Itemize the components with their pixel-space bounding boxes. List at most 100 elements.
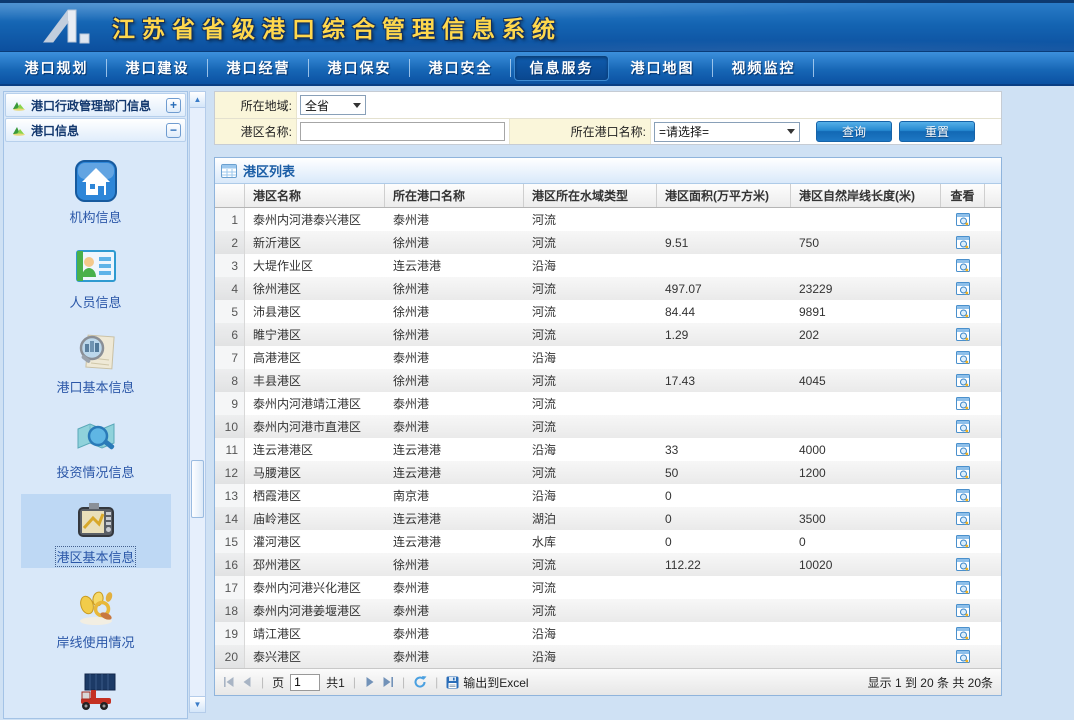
- query-button[interactable]: 查询: [816, 121, 892, 142]
- view-icon[interactable]: [956, 581, 971, 595]
- port-name-cell: 徐州港: [385, 300, 524, 323]
- view-icon[interactable]: [956, 489, 971, 503]
- shoreline-cell: [791, 645, 941, 668]
- region-select[interactable]: 全省: [300, 95, 366, 115]
- port-name-select[interactable]: =请选择=: [654, 122, 800, 142]
- refresh-icon[interactable]: [413, 675, 427, 689]
- view-icon[interactable]: [956, 351, 971, 365]
- table-row: 20 泰兴港区 泰州港 沿海: [215, 645, 1001, 668]
- table-row: 5 沛县港区 徐州港 河流 84.44 9891: [215, 300, 1001, 323]
- export-excel-button[interactable]: 输出到Excel: [446, 674, 528, 691]
- scroll-down-icon[interactable]: ▼: [190, 696, 205, 712]
- first-page-icon[interactable]: [223, 676, 235, 688]
- port-name-cell: 泰州港: [385, 346, 524, 369]
- sidebar-item-1[interactable]: 机构信息: [21, 154, 171, 228]
- view-icon[interactable]: [956, 604, 971, 618]
- sidebar-item-2[interactable]: 人员信息: [21, 239, 171, 313]
- water-type-cell: 沿海: [524, 346, 657, 369]
- view-icon[interactable]: [956, 259, 971, 273]
- sidebar-item-3[interactable]: 港口基本信息: [21, 324, 171, 398]
- nav-tab-7[interactable]: 港口地图: [612, 51, 713, 85]
- scroll-up-icon[interactable]: ▲: [190, 92, 205, 108]
- area-size-cell: 84.44: [657, 300, 791, 323]
- area-name-cell: 马腰港区: [245, 461, 385, 484]
- header-water-type: 港区所在水域类型: [524, 184, 657, 207]
- area-size-cell: 112.22: [657, 553, 791, 576]
- table-row: 1 泰州内河港泰兴港区 泰州港 河流: [215, 208, 1001, 231]
- view-icon[interactable]: [956, 213, 971, 227]
- app-logo-icon: [42, 8, 100, 46]
- nav-tab-6[interactable]: 信息服务: [514, 55, 609, 81]
- area-name-cell: 泰州内河港兴化港区: [245, 576, 385, 599]
- sidebar-item-6[interactable]: 岸线使用情况: [21, 579, 171, 653]
- view-cell: [941, 461, 985, 484]
- view-icon[interactable]: [956, 535, 971, 549]
- view-cell: [941, 599, 985, 622]
- table-row: 19 靖江港区 泰州港 沿海: [215, 622, 1001, 645]
- last-page-icon[interactable]: [382, 676, 394, 688]
- nav-tab-1[interactable]: 港口规划: [6, 51, 107, 85]
- sidebar-group-portinfo[interactable]: 港口信息 −: [5, 118, 186, 142]
- view-cell: [941, 645, 985, 668]
- next-page-icon[interactable]: [364, 676, 376, 688]
- page-number-input[interactable]: [290, 674, 320, 691]
- sidebar-scrollbar[interactable]: ▲ ▼: [189, 91, 206, 713]
- view-icon[interactable]: [956, 558, 971, 572]
- expand-plus-button[interactable]: +: [166, 98, 181, 113]
- prev-page-icon[interactable]: [241, 676, 253, 688]
- view-icon[interactable]: [956, 374, 971, 388]
- sidebar-group-admin[interactable]: 港口行政管理部门信息 +: [5, 93, 186, 117]
- port-name-cell: 泰州港: [385, 576, 524, 599]
- nav-tab-5[interactable]: 港口安全: [410, 51, 511, 85]
- table-title-bar: 港区列表: [215, 158, 1001, 184]
- shoreline-cell: [791, 484, 941, 507]
- shoreline-cell: [791, 622, 941, 645]
- area-name-cell: 灌河港区: [245, 530, 385, 553]
- table-icon: [221, 164, 237, 178]
- reset-button[interactable]: 重置: [899, 121, 975, 142]
- nav-tab-2[interactable]: 港口建设: [107, 51, 208, 85]
- spare-cell: [985, 438, 1001, 461]
- view-icon[interactable]: [956, 420, 971, 434]
- sidebar-item-4[interactable]: 投资情况信息: [21, 409, 171, 483]
- sidebar-item-5[interactable]: 港区基本信息: [21, 494, 171, 568]
- content-layout: 港口行政管理部门信息 + 港口信息 − 机构信息 人员信息 港口基本信息 投资情…: [0, 86, 1074, 720]
- view-icon[interactable]: [956, 397, 971, 411]
- area-name-cell: 大堤作业区: [245, 254, 385, 277]
- main-nav: 港口规划 港口建设 港口经营 港口保安 港口安全 信息服务 港口地图 视频监控: [0, 52, 1074, 86]
- view-icon[interactable]: [956, 328, 971, 342]
- header-number: [215, 184, 245, 207]
- view-icon[interactable]: [956, 466, 971, 480]
- area-name-cell: 泰兴港区: [245, 645, 385, 668]
- investment-magnifier-icon: [73, 413, 119, 459]
- shoreline-cell: 750: [791, 231, 941, 254]
- area-name-input[interactable]: [300, 122, 505, 141]
- view-icon[interactable]: [956, 650, 971, 664]
- row-number-cell: 10: [215, 415, 245, 438]
- collapse-minus-button[interactable]: −: [166, 123, 181, 138]
- water-type-cell: 河流: [524, 392, 657, 415]
- scrollbar-thumb[interactable]: [191, 460, 204, 518]
- water-type-cell: 水库: [524, 530, 657, 553]
- spare-cell: [985, 231, 1001, 254]
- row-number-cell: 7: [215, 346, 245, 369]
- view-icon[interactable]: [956, 282, 971, 296]
- nav-tab-3[interactable]: 港口经营: [208, 51, 309, 85]
- sidebar-item-7[interactable]: 码头信息: [21, 664, 171, 719]
- area-size-cell: [657, 346, 791, 369]
- view-icon[interactable]: [956, 512, 971, 526]
- area-name-cell: 徐州港区: [245, 277, 385, 300]
- area-size-cell: 0: [657, 507, 791, 530]
- shoreline-cell: 4045: [791, 369, 941, 392]
- row-number-cell: 15: [215, 530, 245, 553]
- view-icon[interactable]: [956, 305, 971, 319]
- nav-tab-4[interactable]: 港口保安: [309, 51, 410, 85]
- nav-tab-8[interactable]: 视频监控: [713, 51, 814, 85]
- view-icon[interactable]: [956, 627, 971, 641]
- water-type-cell: 沿海: [524, 438, 657, 461]
- water-type-cell: 河流: [524, 369, 657, 392]
- view-icon[interactable]: [956, 443, 971, 457]
- main-content: 所在地域: 全省 港区名称: 所在港口名称: =请选择=: [214, 91, 1002, 720]
- view-icon[interactable]: [956, 236, 971, 250]
- port-name-cell: 连云港港: [385, 254, 524, 277]
